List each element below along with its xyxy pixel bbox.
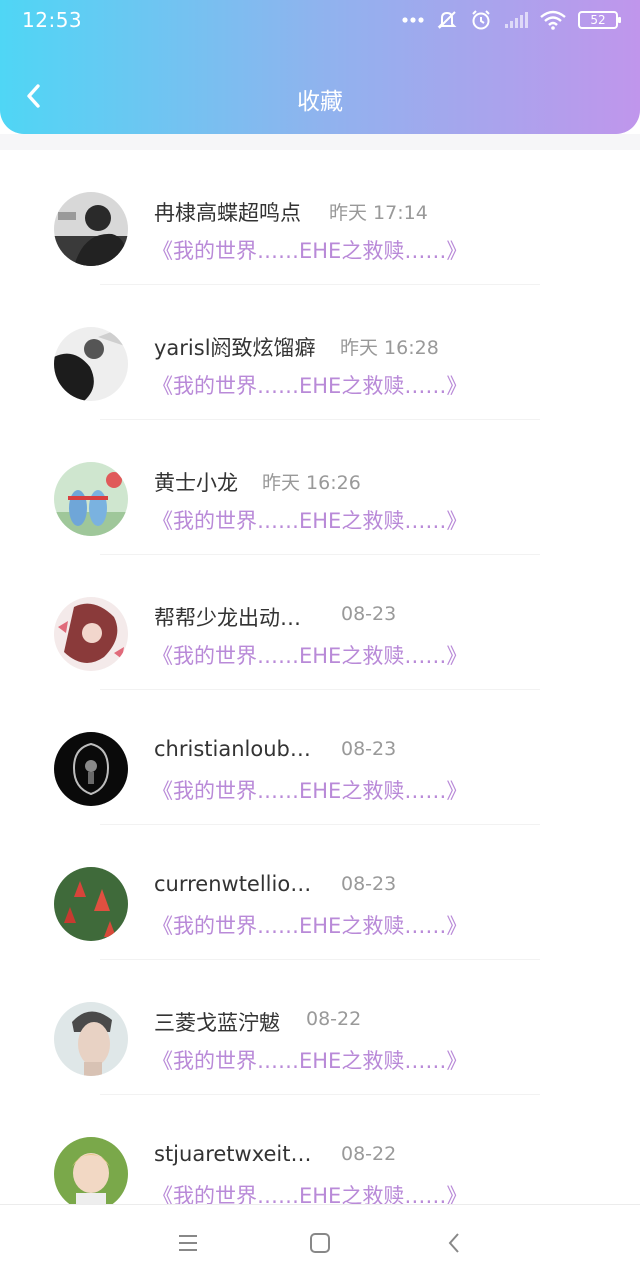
list-item[interactable]: christianloub… 08-23 《我的世界……EHE之救赎……》 <box>0 690 640 825</box>
avatar-image <box>54 732 128 806</box>
mute-icon <box>437 11 457 29</box>
item-name: yarisl阏致炫馏癖 <box>154 336 316 360</box>
item-preview[interactable]: 《我的世界……EHE之救赎……》 <box>152 910 467 940</box>
item-name: stjuaretwxeit… <box>154 1142 312 1166</box>
list-item[interactable]: 黄士小龙 昨天 16:26 《我的世界……EHE之救赎……》 <box>0 420 640 555</box>
list-item[interactable]: 冉棣高蝶超鸣点 昨天 17:14 《我的世界……EHE之救赎……》 <box>0 150 640 285</box>
list-item[interactable]: stjuaretwxeit… 08-22 《我的世界……EHE之救赎……》 <box>0 1095 640 1204</box>
item-time: 08-23 <box>341 738 397 760</box>
item-preview[interactable]: 《我的世界……EHE之救赎……》 <box>152 1045 467 1075</box>
item-time: 08-22 <box>341 1143 397 1165</box>
wifi-icon <box>540 10 566 30</box>
avatar-image <box>54 1002 128 1076</box>
menu-icon <box>179 1235 197 1251</box>
more-dots-icon <box>402 17 424 23</box>
system-nav-bar <box>0 1204 640 1280</box>
item-time: 昨天 16:26 <box>262 472 361 494</box>
avatar[interactable] <box>54 192 128 266</box>
avatar-image <box>54 327 128 401</box>
avatar[interactable] <box>54 327 128 401</box>
item-name: christianloub… <box>154 737 311 761</box>
app-header: 12:53 52 收藏 <box>0 0 640 134</box>
alarm-icon <box>472 10 490 30</box>
nav-bar: 收藏 <box>0 58 640 134</box>
avatar[interactable] <box>54 597 128 671</box>
battery-level: 52 <box>590 13 606 27</box>
home-square-icon <box>310 1233 330 1253</box>
item-name: 黄士小龙 <box>154 471 238 495</box>
item-preview[interactable]: 《我的世界……EHE之救赎……》 <box>152 1180 467 1204</box>
item-time: 08-23 <box>341 873 397 895</box>
battery-icon: 52 <box>578 11 621 29</box>
item-name: 三菱戈蓝泞魃 <box>154 1011 280 1035</box>
list-item[interactable]: currenwtellio… 08-23 《我的世界……EHE之救赎……》 <box>0 825 640 960</box>
avatar-image <box>54 192 128 266</box>
item-time: 昨天 17:14 <box>329 202 428 224</box>
avatar[interactable] <box>54 732 128 806</box>
item-name: 冉棣高蝶超鸣点 <box>154 201 301 225</box>
item-time: 08-22 <box>306 1008 362 1030</box>
list-item[interactable]: yarisl阏致炫馏癖 昨天 16:28 《我的世界……EHE之救赎……》 <box>0 285 640 420</box>
avatar-image <box>54 462 128 536</box>
avatar[interactable] <box>54 1137 128 1204</box>
list-item[interactable]: 帮帮少龙出动… 08-23 《我的世界……EHE之救赎……》 <box>0 555 640 690</box>
avatar-image <box>54 1137 128 1204</box>
avatar[interactable] <box>54 462 128 536</box>
signal-icon <box>505 12 528 28</box>
status-bar: 12:53 52 <box>0 0 640 40</box>
avatar[interactable] <box>54 867 128 941</box>
home-button[interactable] <box>306 1229 334 1257</box>
menu-button[interactable] <box>174 1229 202 1257</box>
status-icons: 52 <box>402 9 621 31</box>
item-preview[interactable]: 《我的世界……EHE之救赎……》 <box>152 505 467 535</box>
item-preview[interactable]: 《我的世界……EHE之救赎……》 <box>152 640 467 670</box>
avatar[interactable] <box>54 1002 128 1076</box>
item-name: currenwtellio… <box>154 872 312 896</box>
page-title: 收藏 <box>297 89 343 115</box>
avatar-image <box>54 867 128 941</box>
item-preview[interactable]: 《我的世界……EHE之救赎……》 <box>152 370 467 400</box>
item-preview[interactable]: 《我的世界……EHE之救赎……》 <box>152 775 467 805</box>
status-time: 12:53 <box>22 8 83 32</box>
item-time: 昨天 16:28 <box>340 337 439 359</box>
avatar-image <box>54 597 128 671</box>
header-gap <box>0 134 640 150</box>
system-back-button[interactable] <box>440 1229 468 1257</box>
favorites-list[interactable]: 冉棣高蝶超鸣点 昨天 17:14 《我的世界……EHE之救赎……》 yarisl… <box>0 150 640 1204</box>
list-item[interactable]: 三菱戈蓝泞魃 08-22 《我的世界……EHE之救赎……》 <box>0 960 640 1095</box>
back-chevron-icon <box>448 1233 459 1253</box>
item-preview[interactable]: 《我的世界……EHE之救赎……》 <box>152 235 467 265</box>
item-name: 帮帮少龙出动… <box>154 606 301 630</box>
item-time: 08-23 <box>341 603 397 625</box>
